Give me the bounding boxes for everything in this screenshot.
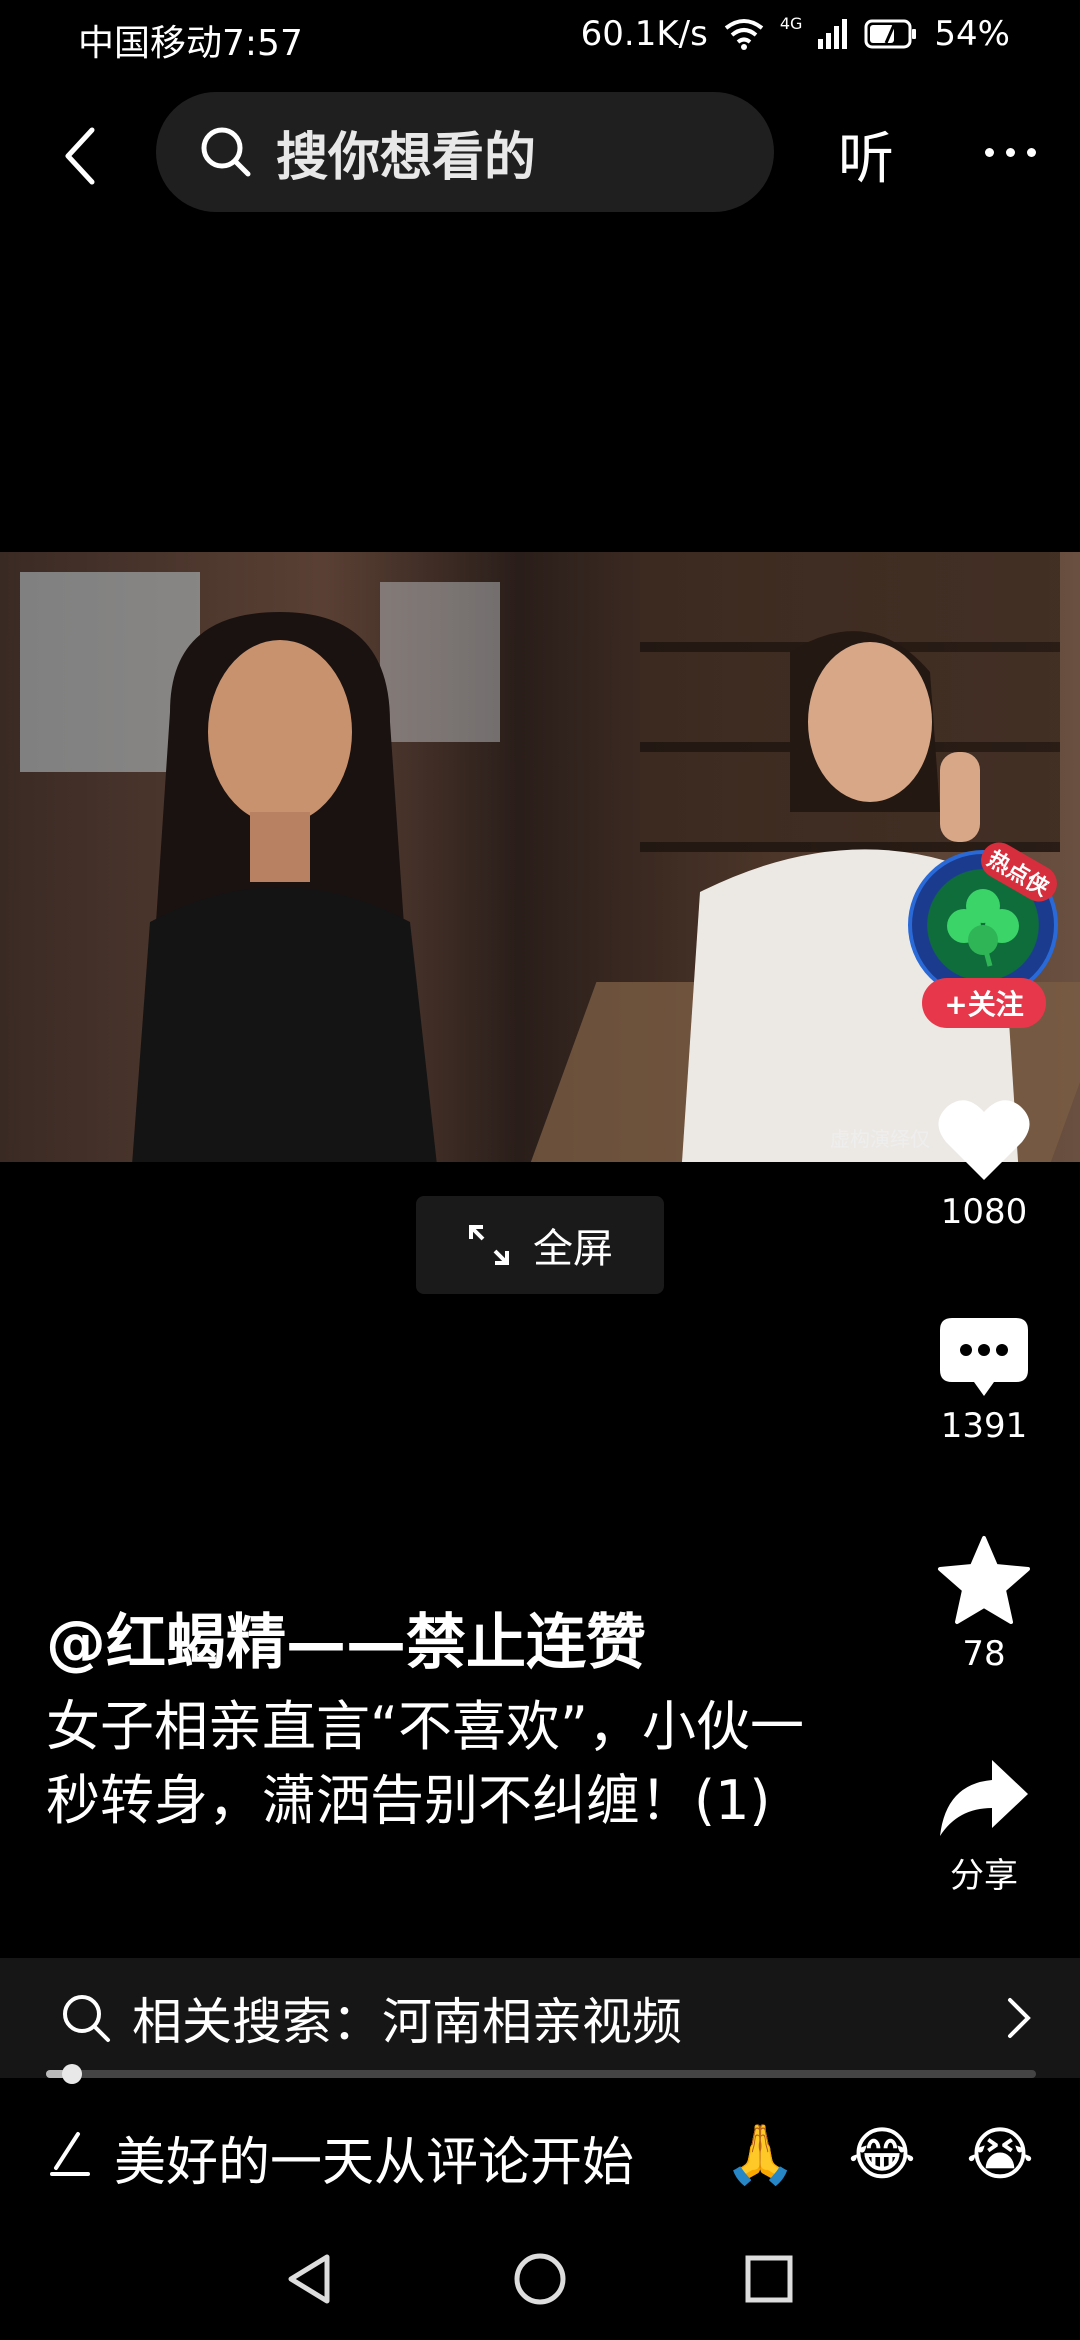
emoji-pray-button[interactable]: 🙏: [724, 2118, 796, 2190]
nav-home-button[interactable]: [505, 2244, 575, 2314]
video-progress-bar[interactable]: [46, 2064, 1036, 2084]
related-search-bar[interactable]: 相关搜索：河南相亲视频: [0, 1958, 1080, 2078]
emoji-laugh-button[interactable]: 😂: [846, 2118, 918, 2190]
system-nav-bar: [0, 2214, 1080, 2340]
follow-button[interactable]: +关注: [922, 978, 1046, 1028]
emoji-cry-button[interactable]: 😭: [964, 2118, 1036, 2190]
top-bar: 搜你想看的 听: [0, 92, 1080, 216]
expand-icon: [469, 1225, 509, 1265]
battery-level: 54%: [934, 14, 1010, 54]
status-indicators: 60.1K/s 4G 54%: [581, 14, 1010, 54]
nav-back-button[interactable]: [274, 2244, 344, 2314]
circle-home-icon: [514, 2253, 566, 2305]
search-placeholder: 搜你想看的: [276, 127, 537, 188]
status-bar: 中国移动7:57 60.1K/s 4G 54%: [0, 0, 1080, 76]
wifi-icon: [724, 19, 764, 50]
author-handle[interactable]: @红蝎精——禁止连赞: [46, 1594, 646, 1681]
star-icon: [938, 1536, 1030, 1624]
fullscreen-label: 全屏: [533, 1226, 613, 1272]
more-button[interactable]: [970, 122, 1050, 182]
like-count: 1080: [940, 1192, 1028, 1232]
comment-bar: 美好的一天从评论开始 🙏 😂 😭: [0, 2090, 1080, 2214]
search-icon: [201, 127, 251, 177]
more-dot: [1005, 147, 1015, 157]
heart-icon: [938, 1100, 1030, 1180]
nav-recents-button[interactable]: [734, 2244, 804, 2314]
triangle-back-icon: [288, 2254, 330, 2304]
more-dot: [984, 147, 994, 157]
share-icon: [940, 1760, 1028, 1836]
favorite-button[interactable]: 78: [920, 1534, 1048, 1674]
fullscreen-button[interactable]: 全屏: [416, 1196, 664, 1294]
back-button[interactable]: [40, 116, 120, 196]
post-caption[interactable]: 女子相亲直言“不喜欢”，小伙一秒转身，潇洒告别不纠缠！(1): [46, 1690, 846, 1838]
signal-icon: [818, 19, 848, 49]
share-button[interactable]: 分享: [920, 1756, 1048, 1897]
search-box[interactable]: 搜你想看的: [156, 92, 774, 212]
carrier-time: 中国移动7:57: [78, 23, 303, 64]
related-search-text: 相关搜索：河南相亲视频: [132, 1993, 682, 2051]
video-person-left: [132, 612, 437, 1162]
net-speed: 60.1K/s: [580, 14, 708, 54]
more-dot: [1026, 147, 1036, 157]
comment-button[interactable]: 1391: [920, 1316, 1048, 1446]
square-recents-icon: [745, 2255, 793, 2303]
favorite-count: 78: [962, 1634, 1006, 1674]
video-player[interactable]: 虚构演绎仅: [0, 552, 1080, 1162]
like-button[interactable]: 1080: [920, 1096, 1048, 1232]
video-watermark: 虚构演绎仅: [830, 1127, 930, 1151]
share-label: 分享: [950, 1856, 1018, 1896]
comment-input[interactable]: 美好的一天从评论开始: [114, 2120, 634, 2195]
battery-icon: [864, 19, 917, 49]
chevron-left-icon: [65, 127, 95, 185]
search-icon: [63, 1995, 110, 2042]
comment-count: 1391: [940, 1406, 1028, 1446]
network-type: 4G: [779, 14, 803, 33]
progress-handle[interactable]: [61, 2064, 82, 2084]
comment-icon: [940, 1318, 1028, 1396]
pen-icon: [50, 2132, 90, 2176]
clover-icon: [947, 889, 1019, 967]
listen-button[interactable]: 听: [838, 114, 894, 195]
chevron-right-icon: [1008, 1998, 1031, 2038]
